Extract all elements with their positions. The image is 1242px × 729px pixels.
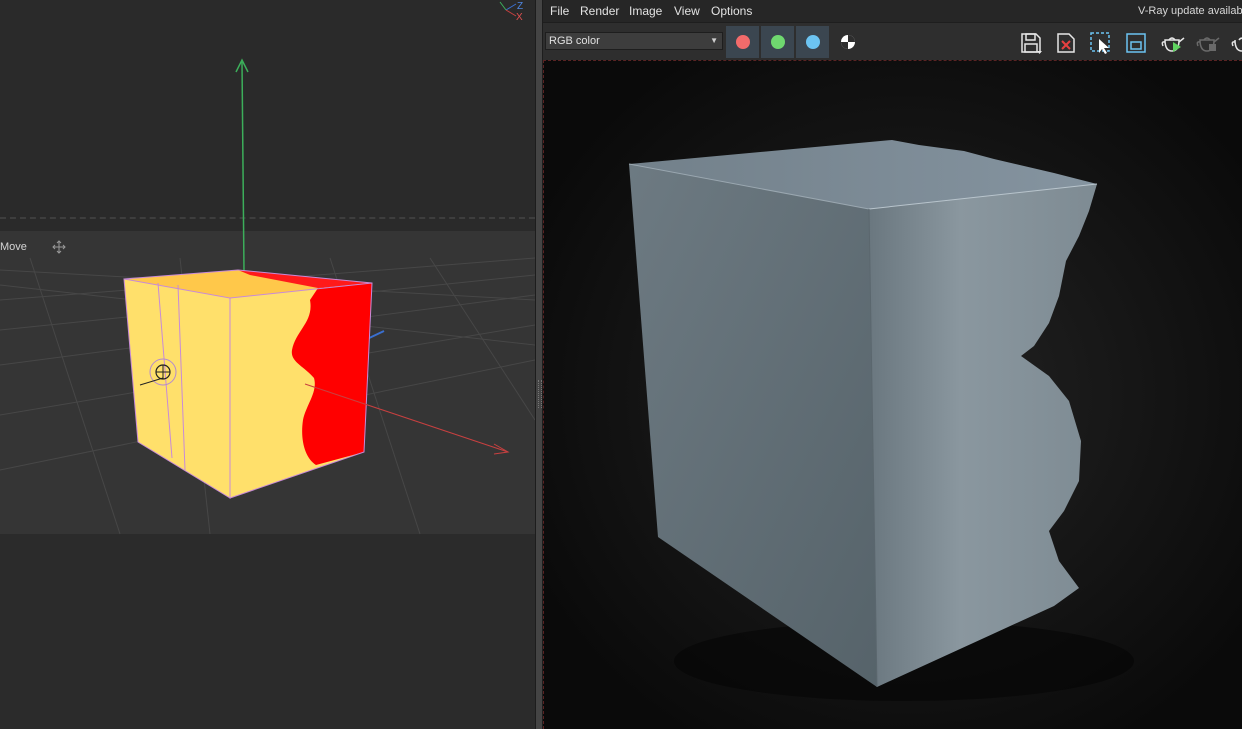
green-channel-button[interactable] bbox=[761, 26, 794, 58]
transform-mode-label: Move bbox=[0, 241, 27, 253]
menu-file[interactable]: File bbox=[550, 4, 569, 18]
cube-object[interactable] bbox=[123, 269, 373, 499]
green-dot-icon bbox=[771, 35, 785, 49]
stop-render-icon[interactable] bbox=[1195, 31, 1221, 55]
blue-dot-icon bbox=[806, 35, 820, 49]
red-channel-button[interactable] bbox=[726, 26, 759, 58]
menu-view[interactable]: View bbox=[674, 4, 700, 18]
move-tool-icon[interactable] bbox=[52, 240, 66, 254]
channel-select-value: RGB color bbox=[549, 35, 600, 47]
channel-select[interactable]: RGB color ▼ bbox=[545, 32, 723, 50]
y-axis-line[interactable] bbox=[241, 61, 245, 273]
menu-options[interactable]: Options bbox=[711, 4, 752, 18]
monochrome-icon[interactable] bbox=[838, 32, 858, 52]
render-region-icon[interactable] bbox=[1124, 31, 1148, 55]
start-render-icon[interactable] bbox=[1160, 31, 1186, 55]
vfb-toolbar: RGB color ▼ bbox=[543, 22, 1242, 61]
red-dot-icon bbox=[736, 35, 750, 49]
update-notice[interactable]: V-Ray update availabl bbox=[1138, 5, 1242, 17]
blue-channel-button[interactable] bbox=[796, 26, 829, 58]
teapot-icon[interactable] bbox=[1230, 31, 1242, 55]
axis-orientation-gizmo: Z X bbox=[496, 0, 526, 24]
clear-image-icon[interactable] bbox=[1054, 31, 1078, 55]
pane-splitter[interactable] bbox=[535, 0, 543, 729]
vray-frame-buffer: File Render Image View Options V-Ray upd… bbox=[543, 0, 1242, 729]
region-select-icon[interactable] bbox=[1089, 31, 1113, 55]
rendered-image bbox=[544, 61, 1242, 729]
viewport-scene bbox=[0, 58, 535, 535]
3d-viewport[interactable]: Move Z X bbox=[0, 0, 535, 729]
splitter-grip[interactable] bbox=[538, 380, 542, 408]
chevron-down-icon: ▼ bbox=[710, 36, 718, 45]
vfb-menubar: File Render Image View Options V-Ray upd… bbox=[543, 0, 1242, 22]
x-axis-label: X bbox=[516, 12, 523, 23]
save-icon[interactable] bbox=[1019, 31, 1043, 55]
menu-render[interactable]: Render bbox=[580, 4, 619, 18]
z-axis-label: Z bbox=[517, 1, 524, 12]
x-axis-arrow[interactable] bbox=[493, 443, 510, 455]
render-view[interactable] bbox=[543, 60, 1242, 729]
menu-image[interactable]: Image bbox=[629, 4, 662, 18]
